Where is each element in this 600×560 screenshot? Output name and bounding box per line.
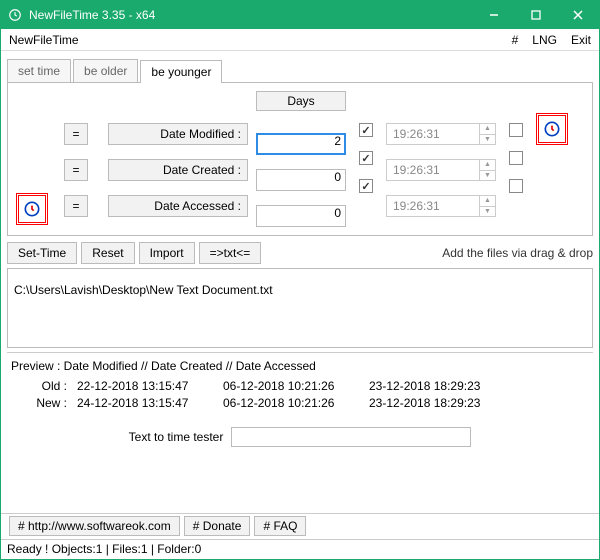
link-donate[interactable]: # Donate <box>184 516 251 536</box>
minimize-button[interactable] <box>473 1 515 29</box>
menu-lng[interactable]: LNG <box>532 33 557 47</box>
days-modified-input[interactable]: 2 <box>256 133 346 155</box>
txt-button[interactable]: =>txt<= <box>199 242 262 264</box>
chk-time-modified[interactable] <box>359 123 373 137</box>
time-created-input[interactable]: 19:26:31 ▲▼ <box>386 159 496 181</box>
clock-icon-left <box>16 91 56 227</box>
drag-drop-hint: Add the files via drag & drop <box>442 246 593 260</box>
reset-button[interactable]: Reset <box>81 242 134 264</box>
preview-old-created: 06-12-2018 10:21:26 <box>223 379 363 393</box>
set-time-button[interactable]: Set-Time <box>7 242 77 264</box>
text-to-time-input[interactable] <box>231 427 471 447</box>
close-button[interactable] <box>557 1 599 29</box>
label-date-modified: Date Modified : <box>108 123 248 145</box>
status-text: Ready ! Objects:1 | Files:1 | Folder:0 <box>7 542 201 556</box>
chk-extra-created[interactable] <box>509 151 523 165</box>
window-title: NewFileTime 3.35 - x64 <box>29 8 473 22</box>
days-created-input[interactable]: 0 <box>256 169 346 191</box>
titlebar: NewFileTime 3.35 - x64 <box>1 1 599 29</box>
work-area: set time be older be younger = = = Date … <box>1 51 599 236</box>
status-bar: Ready ! Objects:1 | Files:1 | Folder:0 <box>1 539 599 559</box>
preview-header: Preview : Date Modified // Date Created … <box>11 359 589 373</box>
time-modified-value: 19:26:31 <box>393 127 440 141</box>
preview-new-modified: 24-12-2018 13:15:47 <box>77 396 217 410</box>
action-row: Set-Time Reset Import =>txt<= Add the fi… <box>1 236 599 268</box>
menubar: NewFileTime # LNG Exit <box>1 29 599 51</box>
text-to-time-row: Text to time tester <box>1 421 599 455</box>
clock-icon-right <box>536 91 576 227</box>
chk-time-accessed[interactable] <box>359 179 373 193</box>
eq-created-button[interactable]: = <box>64 159 88 181</box>
time-accessed-value: 19:26:31 <box>393 199 440 213</box>
preview-new-accessed: 23-12-2018 18:29:23 <box>369 396 509 410</box>
chk-extra-modified[interactable] <box>509 123 523 137</box>
preview-old-accessed: 23-12-2018 18:29:23 <box>369 379 509 393</box>
chevron-down-icon[interactable]: ▼ <box>480 207 495 217</box>
menu-exit[interactable]: Exit <box>571 33 591 47</box>
chk-extra-accessed[interactable] <box>509 179 523 193</box>
link-faq[interactable]: # FAQ <box>254 516 306 536</box>
maximize-button[interactable] <box>515 1 557 29</box>
file-list[interactable]: C:\Users\Lavish\Desktop\New Text Documen… <box>7 268 593 348</box>
time-created-value: 19:26:31 <box>393 163 440 177</box>
days-header: Days <box>256 91 346 111</box>
preview-old-modified: 22-12-2018 13:15:47 <box>77 379 217 393</box>
preview-new-label: New : <box>11 396 71 410</box>
file-path: C:\Users\Lavish\Desktop\New Text Documen… <box>14 283 273 297</box>
eq-modified-button[interactable]: = <box>64 123 88 145</box>
time-modified-input[interactable]: 19:26:31 ▲▼ <box>386 123 496 145</box>
preview-new-created: 06-12-2018 10:21:26 <box>223 396 363 410</box>
label-date-created: Date Created : <box>108 159 248 181</box>
link-bar: # http://www.softwareok.com # Donate # F… <box>1 513 599 537</box>
tab-be-younger[interactable]: be younger <box>140 60 222 83</box>
import-button[interactable]: Import <box>139 242 195 264</box>
menubar-appname[interactable]: NewFileTime <box>9 33 498 47</box>
app-icon <box>7 7 23 23</box>
chevron-down-icon[interactable]: ▼ <box>480 135 495 145</box>
tab-be-older[interactable]: be older <box>73 59 138 82</box>
days-accessed-input[interactable]: 0 <box>256 205 346 227</box>
tab-set-time[interactable]: set time <box>7 59 71 82</box>
text-to-time-label: Text to time tester <box>129 430 224 444</box>
chevron-up-icon[interactable]: ▲ <box>480 160 495 171</box>
tabstrip: set time be older be younger <box>7 55 593 82</box>
chevron-up-icon[interactable]: ▲ <box>480 196 495 207</box>
time-accessed-input[interactable]: 19:26:31 ▲▼ <box>386 195 496 217</box>
preview-section: Preview : Date Modified // Date Created … <box>7 352 593 421</box>
chk-time-created[interactable] <box>359 151 373 165</box>
eq-accessed-button[interactable]: = <box>64 195 88 217</box>
tab-panel: = = = Date Modified : Date Created : Dat… <box>7 82 593 236</box>
app-window: NewFileTime 3.35 - x64 NewFileTime # LNG… <box>0 0 600 560</box>
menu-hash[interactable]: # <box>512 33 519 47</box>
preview-old-label: Old : <box>11 379 71 393</box>
chevron-up-icon[interactable]: ▲ <box>480 124 495 135</box>
label-date-accessed: Date Accessed : <box>108 195 248 217</box>
chevron-down-icon[interactable]: ▼ <box>480 171 495 181</box>
link-website[interactable]: # http://www.softwareok.com <box>9 516 180 536</box>
